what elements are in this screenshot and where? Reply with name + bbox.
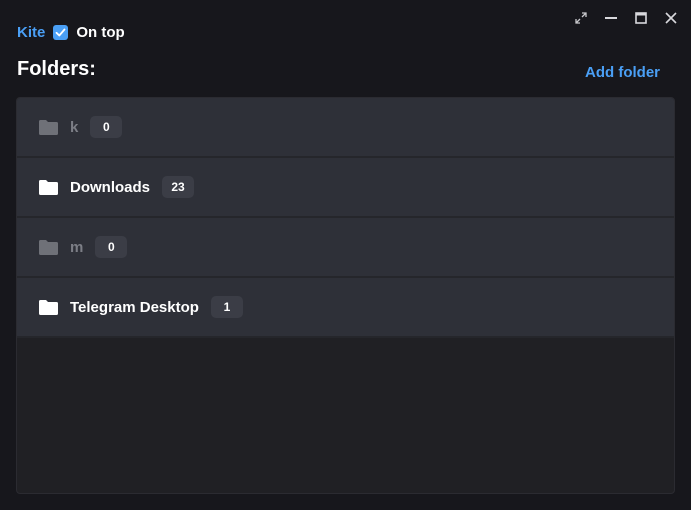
folder-count-badge: 0 — [90, 116, 123, 138]
minimize-button[interactable] — [599, 9, 623, 27]
app-name-link[interactable]: Kite — [17, 24, 45, 41]
maximize-icon — [635, 12, 647, 24]
app-window: Kite On top Folders: Add folder k 0 Down… — [0, 0, 691, 510]
folder-count-badge: 23 — [162, 176, 195, 198]
top-bar: Kite On top — [17, 22, 125, 42]
folder-row-m[interactable]: m 0 — [17, 218, 674, 278]
add-folder-button[interactable]: Add folder — [585, 64, 660, 81]
close-icon — [665, 12, 677, 24]
folder-icon — [39, 299, 58, 315]
close-button[interactable] — [659, 9, 683, 27]
folder-row-k[interactable]: k 0 — [17, 98, 674, 158]
page-title: Folders: — [17, 58, 96, 80]
maximize-button[interactable] — [629, 9, 653, 27]
folder-icon — [39, 239, 58, 255]
minimize-icon — [605, 17, 617, 19]
window-controls — [563, 9, 683, 27]
on-top-checkbox[interactable] — [53, 24, 69, 40]
folder-name: k — [70, 118, 79, 136]
checkmark-icon — [55, 28, 66, 36]
on-top-label[interactable]: On top — [76, 24, 124, 41]
folder-icon — [39, 179, 58, 195]
folder-list: k 0 Downloads 23 m 0 Telegram Desktop 1 — [16, 97, 675, 494]
folder-name: Telegram Desktop — [70, 298, 199, 316]
folder-count-badge: 0 — [95, 236, 128, 258]
folder-name: m — [70, 238, 84, 256]
expand-icon — [575, 12, 587, 24]
folder-name: Downloads — [70, 178, 151, 196]
folder-row-downloads[interactable]: Downloads 23 — [17, 158, 674, 218]
folder-row-telegram-desktop[interactable]: Telegram Desktop 1 — [17, 278, 674, 338]
folder-count-badge: 1 — [210, 296, 243, 318]
expand-button[interactable] — [569, 9, 593, 27]
folder-icon — [39, 119, 58, 135]
